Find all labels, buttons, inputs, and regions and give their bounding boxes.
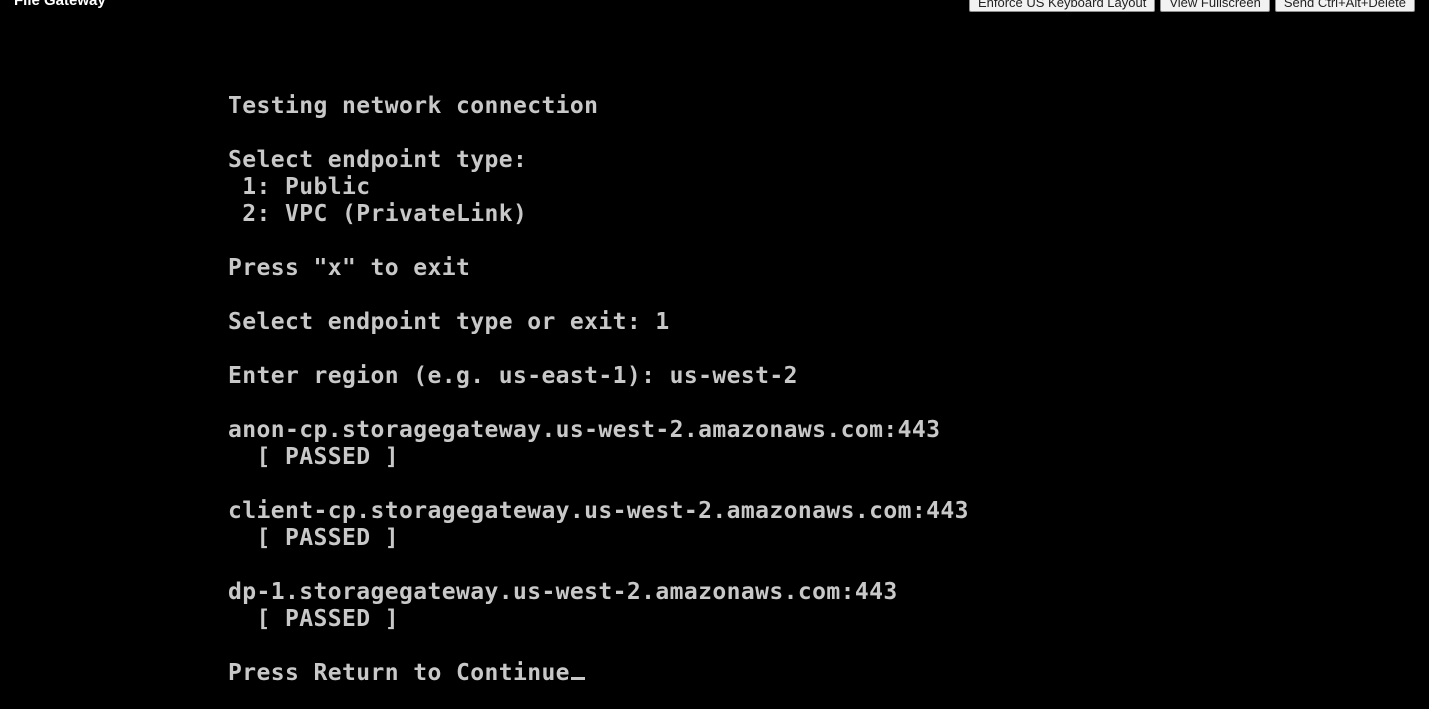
console-prompt-line: Press Return to Continue xyxy=(228,660,1408,687)
enforce-us-keyboard-button[interactable]: Enforce US Keyboard Layout xyxy=(968,0,1156,12)
console-line: 2: VPC (PrivateLink) xyxy=(228,201,528,227)
console-line: dp-1.storagegateway.us-west-2.amazonaws.… xyxy=(228,579,898,605)
send-ctrl-alt-delete-button[interactable]: Send Ctrl+Alt+Delete xyxy=(1274,0,1415,12)
console-line: [ PASSED ] xyxy=(228,525,399,551)
window-title: File Gateway xyxy=(14,0,106,9)
remote-console-window: File Gateway Enforce US Keyboard Layout … xyxy=(0,0,1429,709)
console-line: Select endpoint type: xyxy=(228,147,528,173)
text-cursor xyxy=(570,677,585,680)
view-fullscreen-button[interactable]: View Fullscreen xyxy=(1160,0,1270,12)
console-line: Enter region (e.g. us-east-1): us-west-2 xyxy=(228,363,798,389)
console-line: 1: Public xyxy=(228,174,371,200)
terminal-screen[interactable]: Testing network connection Select endpoi… xyxy=(228,93,1408,687)
console-prompt-text: Press Return to Continue xyxy=(228,660,570,686)
console-line: [ PASSED ] xyxy=(228,606,399,632)
console-line: [ PASSED ] xyxy=(228,444,399,470)
console-line: client-cp.storagegateway.us-west-2.amazo… xyxy=(228,498,969,524)
console-line: anon-cp.storagegateway.us-west-2.amazona… xyxy=(228,417,941,443)
console-line: Select endpoint type or exit: 1 xyxy=(228,309,670,335)
console-line: Press "x" to exit xyxy=(228,255,471,281)
console-line: Testing network connection xyxy=(228,93,599,119)
console-toolbar: Enforce US Keyboard Layout View Fullscre… xyxy=(968,0,1415,12)
